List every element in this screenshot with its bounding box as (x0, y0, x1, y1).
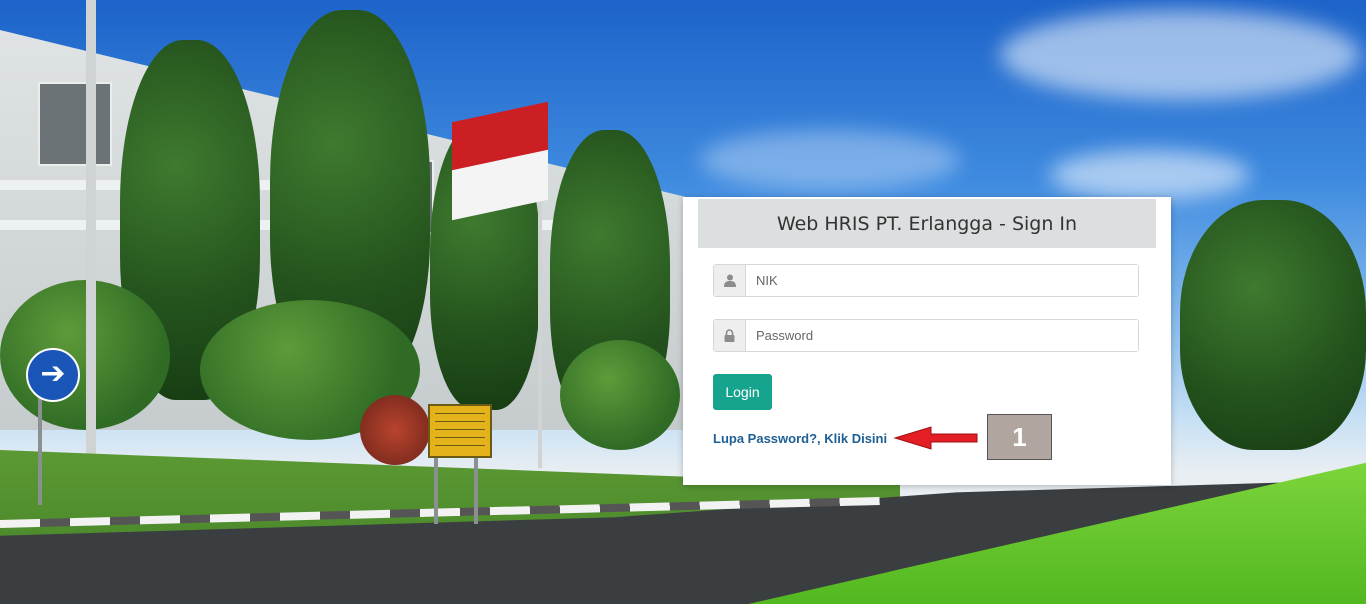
password-input[interactable] (746, 320, 1138, 351)
lock-icon (714, 320, 746, 351)
arrow-left-icon (893, 426, 978, 450)
arrow-right-icon: ➔ (26, 348, 80, 402)
user-icon (714, 265, 746, 296)
nik-field-group (713, 264, 1139, 297)
nik-input[interactable] (746, 265, 1138, 296)
forgot-password-link[interactable]: Lupa Password?, Klik Disini (713, 431, 887, 446)
login-button[interactable]: Login (713, 374, 772, 410)
panel-title: Web HRIS PT. Erlangga - Sign In (698, 199, 1156, 248)
road-sign (428, 404, 492, 458)
password-field-group (713, 319, 1139, 352)
step-badge: 1 (987, 414, 1052, 460)
